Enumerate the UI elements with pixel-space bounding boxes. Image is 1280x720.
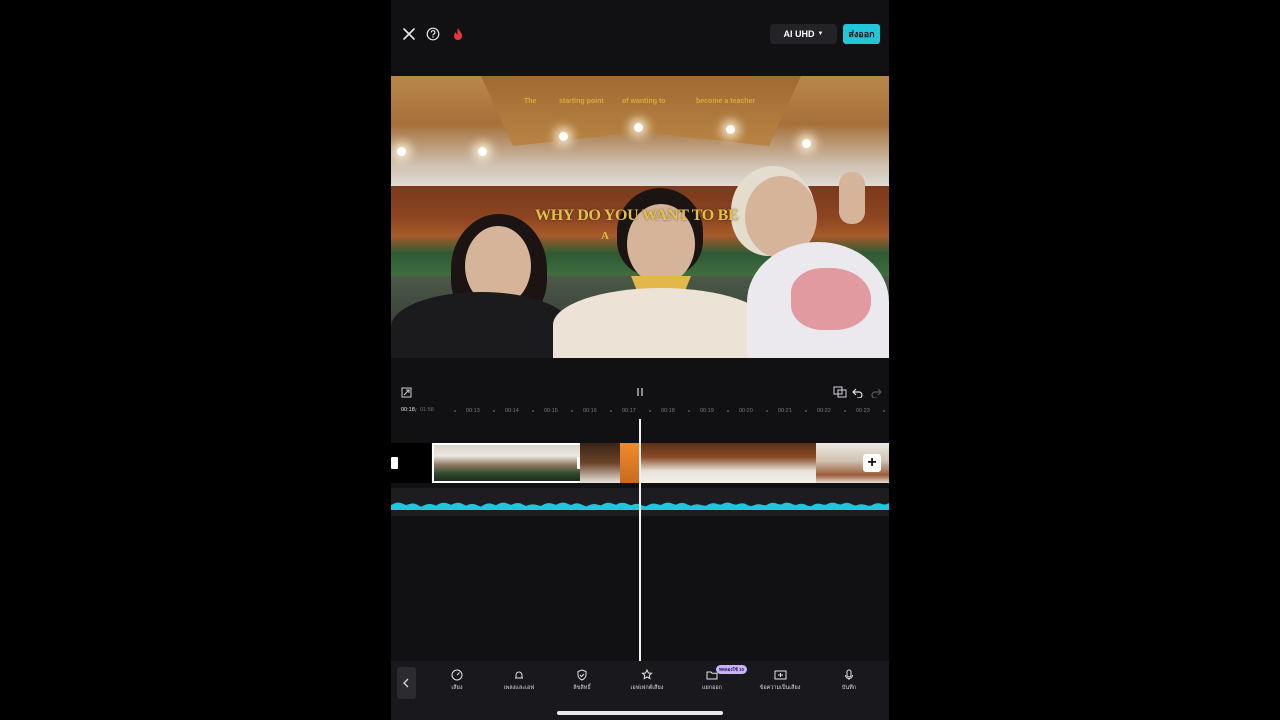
quality-label: AI UHD xyxy=(783,29,815,39)
person-body xyxy=(391,292,571,358)
tick-dot xyxy=(883,410,885,412)
preview-light xyxy=(634,123,643,132)
chevron-down-icon: ▼ xyxy=(817,31,824,37)
tick-dot xyxy=(532,410,534,412)
export-button[interactable]: ส่งออก xyxy=(843,24,880,44)
tool-music-effects[interactable]: เพลงและเอฟ xyxy=(489,669,549,692)
text-to-speech-icon xyxy=(774,670,786,680)
tool-voice-effects[interactable]: เอฟเฟกต์เสียง xyxy=(617,669,677,692)
person-body xyxy=(553,288,769,358)
add-clip-button[interactable]: + xyxy=(863,454,881,472)
current-time: 00:18 xyxy=(401,407,415,413)
home-indicator[interactable] xyxy=(557,711,723,715)
voice-effects-icon xyxy=(641,669,653,680)
quality-selector[interactable]: AI UHD ▼ xyxy=(770,24,837,44)
ruler-tick: 00:14 xyxy=(505,408,519,414)
fullscreen-icon[interactable] xyxy=(398,384,414,400)
ruler-tick: 00:18 xyxy=(661,408,675,414)
overlay-title-line2: A xyxy=(601,230,609,242)
chevron-left-icon xyxy=(403,678,409,688)
tool-label: ข้อความเป็นเสียง xyxy=(759,685,801,691)
tool-audio[interactable]: เสียง xyxy=(427,669,487,692)
video-clip-selected[interactable] xyxy=(432,443,580,483)
timeline-ruler[interactable]: 00:18 / 01:58 00:13 00:14 00:15 00:16 00… xyxy=(391,404,889,418)
tool-text-to-speech[interactable]: ข้อความเป็นเสียง xyxy=(750,669,810,692)
video-clip[interactable] xyxy=(620,443,640,483)
playhead[interactable] xyxy=(639,419,641,661)
ruler-tick: 00:16 xyxy=(583,408,597,414)
clip-handle-left[interactable] xyxy=(391,457,398,469)
keyframe-icon[interactable] xyxy=(832,384,848,400)
ruler-tick: 00:17 xyxy=(622,408,636,414)
toolbar-back-button[interactable] xyxy=(397,667,416,699)
peace-hand xyxy=(839,172,865,224)
ruler-tick: 00:21 xyxy=(778,408,792,414)
tick-dot xyxy=(805,410,807,412)
overlay-word: become a teacher xyxy=(696,98,756,105)
tick-dot xyxy=(610,410,612,412)
preview-light xyxy=(726,125,735,134)
new-badge: ทดลองใช้ 10 xyxy=(716,665,748,674)
video-editor-screen: AI UHD ▼ ส่งออก The starting point of wa xyxy=(391,0,889,720)
tick-dot xyxy=(571,410,573,412)
flame-icon[interactable] xyxy=(448,24,468,44)
sound-effects-icon xyxy=(515,671,523,679)
tick-dot xyxy=(493,410,495,412)
pause-icon[interactable] xyxy=(632,384,648,400)
tick-dot xyxy=(688,410,690,412)
preview-light xyxy=(802,139,811,148)
tool-record[interactable]: บันทึก xyxy=(819,669,879,692)
time-separator: / xyxy=(415,408,417,414)
speed-icon xyxy=(451,669,463,681)
tool-label: เอฟเฟกต์เสียง xyxy=(630,685,664,691)
total-time: 01:58 xyxy=(420,407,434,413)
tool-copyright[interactable]: ลิขสิทธิ์ xyxy=(552,669,612,692)
close-icon[interactable] xyxy=(399,24,419,44)
microphone-icon xyxy=(845,669,853,680)
ruler-tick: 00:13 xyxy=(466,408,480,414)
preview-light xyxy=(478,147,487,156)
ruler-tick: 00:22 xyxy=(817,408,831,414)
video-clip[interactable] xyxy=(580,443,620,483)
tick-dot xyxy=(649,410,651,412)
tick-dot xyxy=(766,410,768,412)
overlay-word: The xyxy=(524,98,537,105)
overlay-title: WHY DO YOU WANT TO BE xyxy=(535,207,739,224)
copyright-shield-icon xyxy=(577,669,587,681)
tool-label: ลิขสิทธิ์ xyxy=(573,685,591,691)
tick-dot xyxy=(844,410,846,412)
preview-light xyxy=(397,147,406,156)
tick-dot xyxy=(454,410,456,412)
sweater-print xyxy=(791,268,871,330)
tool-label: เพลงและเอฟ xyxy=(503,685,535,691)
video-clip[interactable] xyxy=(640,443,816,483)
video-preview[interactable]: The starting point of wanting to become … xyxy=(391,76,889,358)
preview-light xyxy=(559,132,568,141)
redo-icon[interactable] xyxy=(868,384,884,400)
ruler-tick: 00:20 xyxy=(739,408,753,414)
tick-dot xyxy=(727,410,729,412)
overlay-word: starting point xyxy=(559,98,604,105)
help-icon[interactable] xyxy=(423,24,443,44)
tool-label: แยกออก xyxy=(701,685,723,691)
tool-label: เสียง xyxy=(451,685,463,691)
overlay-word: of wanting to xyxy=(622,98,666,105)
tool-label: บันทึก xyxy=(841,685,857,691)
ruler-tick: 00:15 xyxy=(544,408,558,414)
ruler-tick: 00:19 xyxy=(700,408,714,414)
undo-icon[interactable] xyxy=(850,384,866,400)
ruler-tick: 00:23 xyxy=(856,408,870,414)
